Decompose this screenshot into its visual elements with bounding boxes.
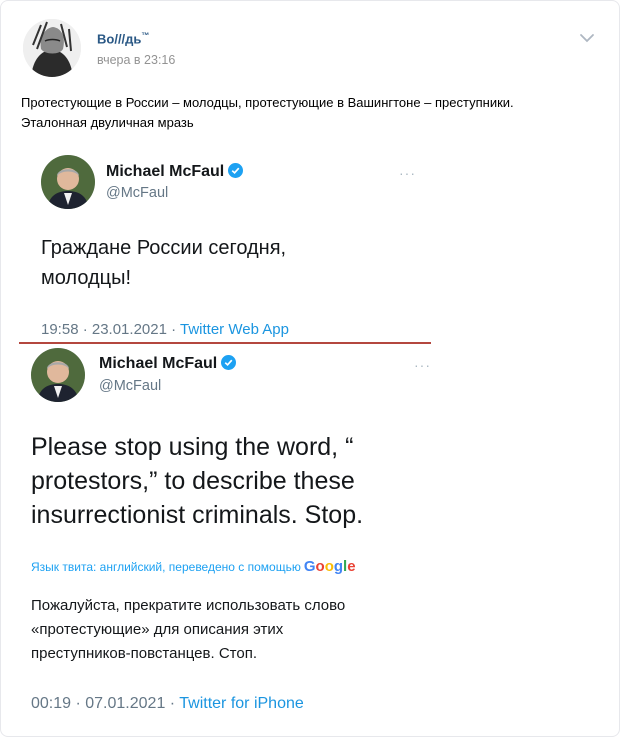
tweet1-name: Michael McFaul bbox=[106, 163, 244, 181]
tweet1-meta: 19:58 · 23.01.2021 · Twitter Web App bbox=[41, 321, 289, 338]
author-name-text[interactable]: Bo///дь bbox=[97, 31, 141, 46]
tweet1-body-line: молодцы! bbox=[41, 267, 132, 289]
tweet2-body: Please stop using the word, “ protestors… bbox=[31, 430, 363, 532]
tweet1-name-text: Michael McFaul bbox=[106, 163, 225, 180]
tweet2-name: Michael McFaul bbox=[99, 355, 237, 373]
tweet2-handle: @McFaul bbox=[99, 378, 162, 394]
post-text-line: Протестующие в России – молодцы, протест… bbox=[21, 95, 514, 110]
translation-line: преступников-повстанцев. Стоп. bbox=[31, 645, 257, 662]
person-photo bbox=[41, 155, 95, 209]
verified-icon bbox=[221, 355, 237, 370]
tweet1-meta-app: Twitter Web App bbox=[180, 321, 289, 338]
translate-note[interactable]: Язык твита: английский, переведено с пом… bbox=[31, 558, 356, 575]
translation-line: Пожалуйста, прекратите использовать слов… bbox=[31, 597, 346, 614]
tweet2-meta-app: Twitter for iPhone bbox=[179, 695, 304, 712]
more-dots-icon[interactable]: ··· bbox=[414, 357, 431, 373]
post-text: Протестующие в России – молодцы, протест… bbox=[21, 93, 606, 133]
author-name[interactable]: Bo///дь™ bbox=[97, 31, 149, 46]
translation-line: «протестующие» для описания этих bbox=[31, 621, 284, 638]
tweet2-body-line: protestors,” to describe these bbox=[31, 467, 355, 495]
tweet1-body: Граждане России сегодня, молодцы! bbox=[41, 233, 286, 293]
post-card: Bo///дь™ вчера в 23:16 Протестующие в Ро… bbox=[0, 0, 620, 737]
tweet2-body-line: Please stop using the word, “ bbox=[31, 433, 354, 461]
tweet2-name-text: Michael McFaul bbox=[99, 355, 218, 372]
person-photo bbox=[31, 348, 85, 402]
tweet2-meta: 00:19 · 07.01.2021 · Twitter for iPhone bbox=[31, 695, 304, 713]
tweet2-body-line: insurrectionist criminals. Stop. bbox=[31, 501, 364, 529]
post-text-line: Эталонная двуличная мразь bbox=[21, 115, 194, 130]
author-avatar[interactable] bbox=[23, 19, 81, 77]
tweet2-translation: Пожалуйста, прекратите использовать слов… bbox=[31, 594, 421, 666]
tweet2-avatar bbox=[31, 348, 85, 402]
verified-icon bbox=[228, 163, 244, 178]
translate-note-text[interactable]: Язык твита: английский, переведено с пом… bbox=[31, 560, 301, 574]
post-time[interactable]: вчера в 23:16 bbox=[97, 53, 175, 67]
author-mark: ™ bbox=[141, 31, 150, 40]
tweet1-body-line: Граждане России сегодня, bbox=[41, 237, 287, 259]
chevron-down-icon[interactable] bbox=[579, 31, 595, 45]
more-dots-icon[interactable]: ··· bbox=[399, 165, 416, 181]
google-logo: Google bbox=[303, 558, 356, 575]
tweet2-meta-time: 00:19 · 07.01.2021 · bbox=[31, 695, 180, 712]
tweet1-handle: @McFaul bbox=[106, 185, 169, 201]
screenshot-divider bbox=[19, 342, 431, 344]
tweet1-avatar bbox=[41, 155, 95, 209]
tweet1-meta-time: 19:58 · 23.01.2021 · bbox=[41, 321, 180, 338]
avatar-sketch bbox=[23, 19, 81, 77]
